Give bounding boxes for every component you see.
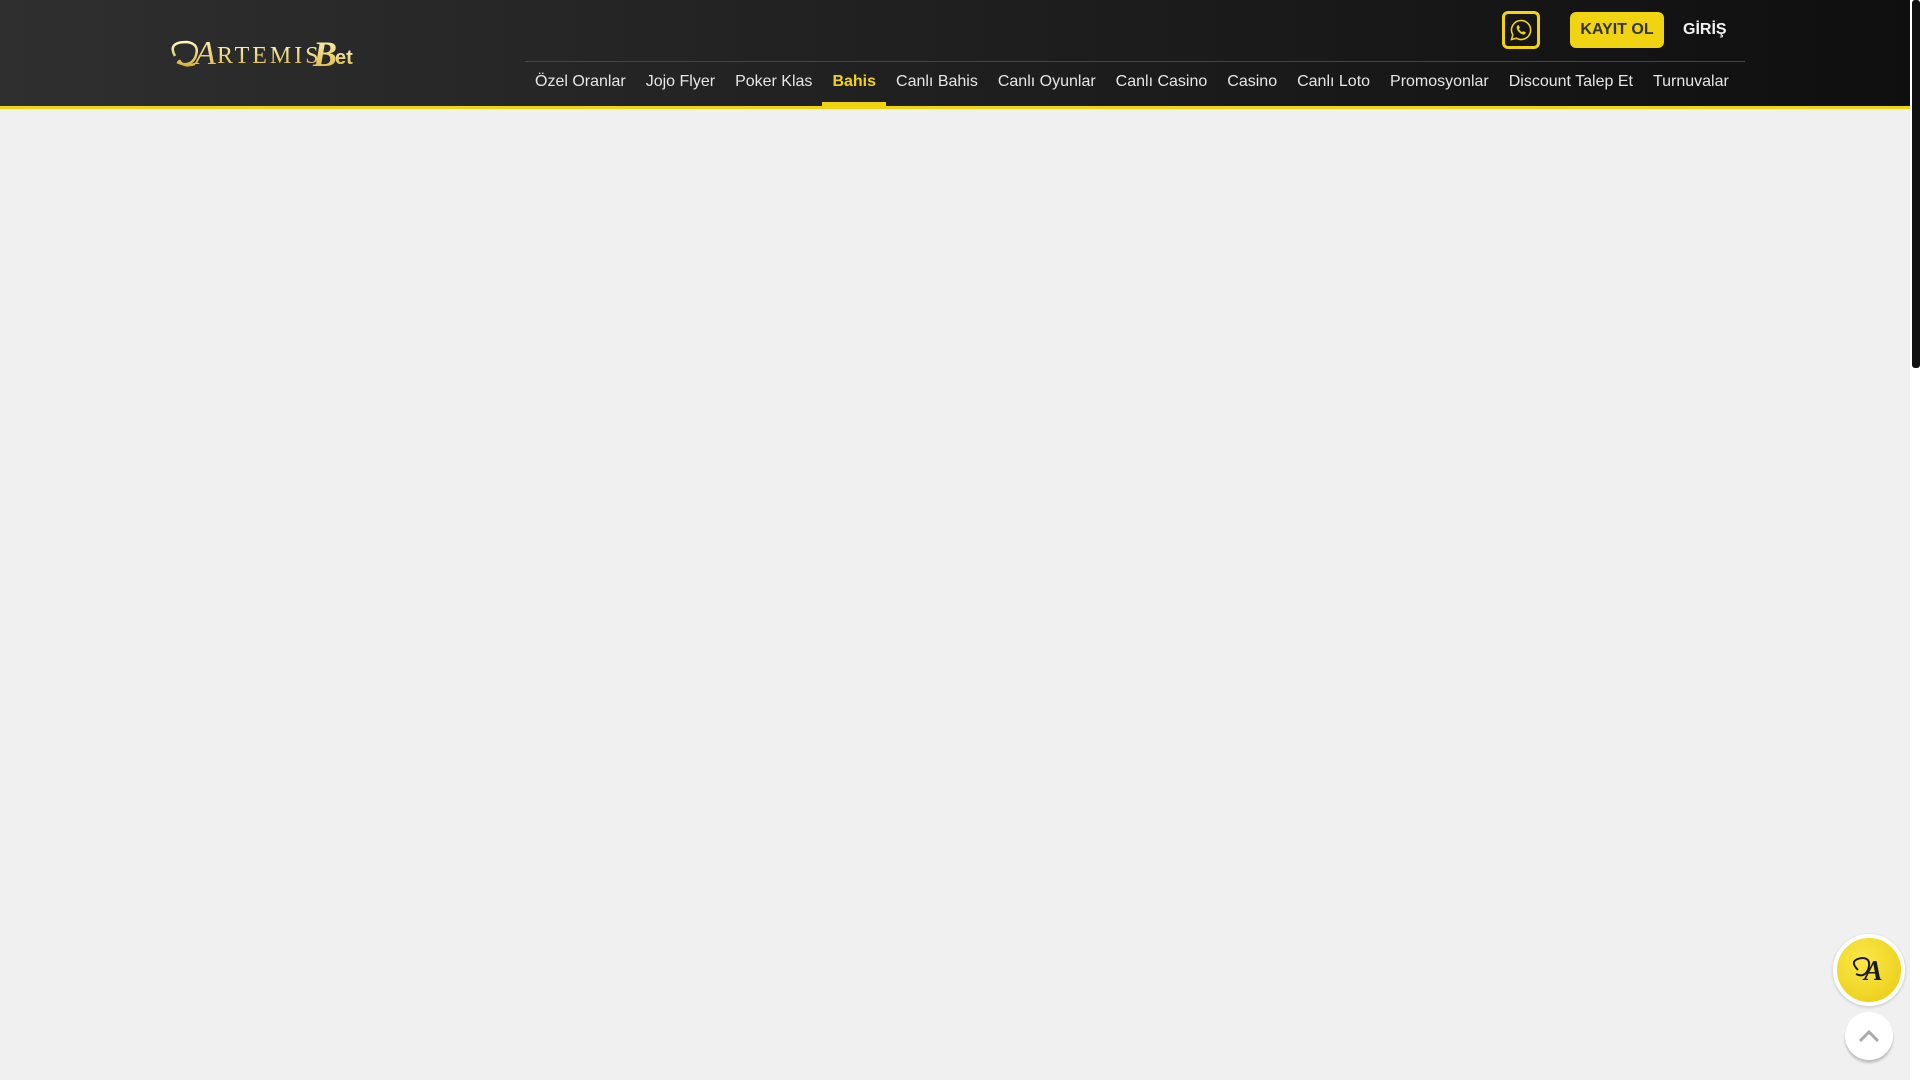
nav-item-jojo-flyer[interactable]: Jojo Flyer	[636, 62, 725, 106]
artemisbet-logo[interactable]: A RTEMIS B et	[165, 30, 360, 78]
nav-item-canlı-casino[interactable]: Canlı Casino	[1106, 62, 1218, 106]
svg-text:A: A	[1862, 956, 1883, 987]
nav-item-discount-talep-et[interactable]: Discount Talep Et	[1499, 62, 1643, 106]
nav-item-promosyonlar[interactable]: Promosyonlar	[1380, 62, 1499, 106]
chevron-up-icon	[1858, 1029, 1880, 1043]
nav-item-casino[interactable]: Casino	[1217, 62, 1287, 106]
live-chat-button[interactable]: A	[1833, 934, 1905, 1006]
main-nav: Özel Oranlar Jojo Flyer Poker Klas Bahis Can…	[525, 62, 1739, 106]
svg-text:RTEMIS: RTEMIS	[217, 43, 322, 69]
nav-item-poker-klas[interactable]: Poker Klas	[725, 62, 822, 106]
header-accent-bar	[0, 106, 1910, 109]
nav-item-bahis[interactable]: Bahis	[822, 62, 886, 106]
scrollbar-thumb[interactable]	[1912, 0, 1920, 368]
svg-text:A: A	[193, 35, 216, 72]
scroll-to-top-button[interactable]	[1845, 1012, 1893, 1060]
whatsapp-button[interactable]	[1502, 11, 1540, 49]
svg-text:B: B	[312, 34, 337, 74]
artemis-logo-icon: A	[1852, 956, 1883, 987]
nav-item-canlı-oyunlar[interactable]: Canlı Oyunlar	[988, 62, 1106, 106]
site-header: A RTEMIS B et Özel Oranlar Jojo Flyer Poke…	[0, 0, 1910, 106]
nav-item-canlı-bahis[interactable]: Canlı Bahis	[886, 62, 988, 106]
nav-item-özel-oranlar[interactable]: Özel Oranlar	[525, 62, 636, 106]
svg-text:et: et	[335, 47, 353, 69]
nav-item-canlı-loto[interactable]: Canlı Loto	[1287, 62, 1380, 106]
login-button[interactable]: GİRİŞ	[1683, 12, 1727, 48]
whatsapp-icon	[1510, 19, 1532, 41]
register-button[interactable]: KAYIT OL	[1570, 12, 1664, 48]
nav-item-turnuvalar[interactable]: Turnuvalar	[1643, 62, 1739, 106]
